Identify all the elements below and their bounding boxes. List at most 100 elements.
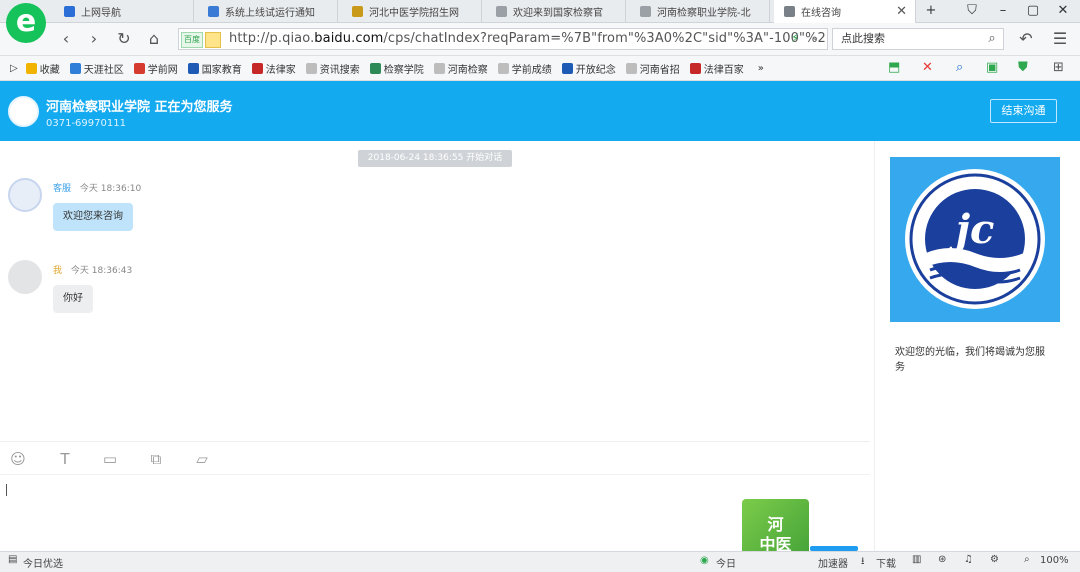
tab-favicon-icon [640,5,651,17]
bookmark-label: 天涯社区 [83,64,124,76]
screenshot-icon[interactable]: ⧉ [146,450,166,468]
refresh-icon[interactable]: ↻ [112,27,136,51]
download-icon[interactable]: ⭳ [861,554,865,571]
menu-icon[interactable]: ☰ [1048,27,1072,51]
maximize-button[interactable]: ▢ [1018,0,1048,22]
input-separator [0,474,870,475]
toolbar-separator [0,441,870,442]
status-accelerator[interactable]: 加速器 [818,555,848,570]
undo-icon[interactable]: ↶ [1014,27,1038,51]
bookmark-favicon-icon [433,62,445,74]
share-icon[interactable]: ⊛ [938,554,946,565]
browser-logo-icon[interactable]: e [6,3,46,43]
bookmark-item[interactable]: 河南检察 [433,61,488,76]
more-bookmarks-icon[interactable]: » [758,63,764,74]
chat-title: 河南检察职业学院 正在为您服务 [46,100,233,115]
text-format-icon[interactable]: T [55,450,75,468]
tab-favicon-icon [352,5,363,17]
chat-phone: 0371-69970111 [46,118,126,129]
play-icon[interactable]: ◉ [700,555,709,566]
bookmark-favicon-icon [689,62,701,74]
bookmark-favicon-icon [497,62,509,74]
tab-title: 系统上线试运行通知 [225,7,315,19]
bookmark-favicon-icon [25,62,37,74]
close-tab-icon[interactable]: ✕ [896,4,907,19]
folder-icon[interactable]: ▱ [192,450,212,468]
bookmark-favicon-icon [369,62,381,74]
sidebar-toggle-icon[interactable]: ▷ [10,63,18,74]
browser-tab[interactable]: 河南检察职业学院-北 [630,0,770,22]
minimize-button[interactable]: – [988,0,1018,22]
status-today[interactable]: 今日 [716,555,736,570]
extension-shield-icon[interactable]: ⛊ [1018,60,1028,75]
browser-tab[interactable]: 河北中医学院招生网 [342,0,482,22]
extension-green-icon[interactable]: ⬒ [888,60,900,75]
bookmark-star-icon[interactable] [205,32,221,48]
tab-favicon-icon [208,5,219,17]
status-left-label[interactable]: 今日优选 [23,555,63,570]
tab-title: 在线咨询 [801,8,841,19]
bookmarks-bar: ▷ 收藏 天涯社区 学前网 国家教育 法律家 资讯搜索 检察学院 河南检察 学前成绩 开放纪念 河南… [0,56,1080,81]
extension-search-icon[interactable]: ⌕ [956,60,963,75]
bookmark-item[interactable]: 国家教育 [187,61,242,76]
zoom-icon[interactable]: ⌕ [1024,554,1030,565]
home-icon[interactable]: ⌂ [142,27,166,51]
zoom-level[interactable]: 100% [1040,555,1069,566]
search-input[interactable]: 点此搜索 [832,28,1004,50]
system-message: 2018-06-24 18:36:55 开始对话 [358,150,512,167]
tab-title: 上网导航 [81,7,121,19]
browser-tab[interactable]: 欢迎来到国家检察官 [486,0,626,22]
bookmark-item[interactable]: 学前网 [133,61,178,76]
user-avatar [8,260,42,294]
emoji-icon[interactable]: ☺ [8,450,28,468]
extension-chat-icon[interactable]: ▣ [986,60,998,75]
url-text: http://p.qiao.baidu.com/cps/chatIndex?re… [229,31,826,46]
tab-favicon-icon [496,5,507,17]
bookmark-label: 开放纪念 [575,64,616,76]
skin-icon[interactable]: ⛉ [957,0,987,22]
today-picks-icon[interactable]: ▤ [8,554,17,565]
back-icon[interactable]: ‹ [54,27,78,51]
bookmark-favicon-icon [305,62,317,74]
close-window-button[interactable]: ✕ [1048,0,1078,22]
navigation-bar: ‹ › ↻ ⌂ 百度 http://p.qiao.baidu.com/cps/c… [0,23,1080,56]
school-logo-icon [8,96,39,127]
agent-message-bubble: 欢迎您来咨询 [53,203,133,231]
panel-divider [874,141,875,551]
forward-icon[interactable]: › [82,27,106,51]
bookmark-item[interactable]: 检察学院 [369,61,424,76]
new-tab-button[interactable]: + [916,0,946,22]
image-icon[interactable]: ▭ [100,450,120,468]
volume-icon[interactable]: ♫ [964,554,973,565]
bookmark-item[interactable]: 收藏 [25,61,60,76]
end-chat-button[interactable]: 结束沟通 [990,99,1057,123]
settings-icon[interactable]: ⚙ [990,554,999,565]
window-layout-icon[interactable]: ▥ [912,554,921,565]
bookmark-item[interactable]: 资讯搜索 [305,61,360,76]
bookmark-label: 河南检察 [447,64,488,76]
bookmark-favicon-icon [625,62,637,74]
message-input[interactable] [0,476,870,550]
bookmark-favicon-icon [561,62,573,74]
bookmark-label: 学前网 [147,64,178,76]
browser-tab[interactable]: 系统上线试运行通知 [198,0,338,22]
browser-tab[interactable]: 上网导航 [54,0,194,22]
bookmark-label: 法律家 [265,64,296,76]
secure-badge: 百度 [181,32,203,48]
apps-grid-icon[interactable]: ⊞ [1053,60,1064,75]
bookmark-item[interactable]: 法律家 [251,61,296,76]
address-bar[interactable]: 百度 http://p.qiao.baidu.com/cps/chatIndex… [178,28,828,50]
bookmark-item[interactable]: 天涯社区 [69,61,124,76]
dropdown-chevron-icon[interactable]: ⌄ [811,32,819,43]
lightning-icon[interactable]: ⚡ [791,31,799,45]
sender-name: 客服 [53,184,72,194]
status-download[interactable]: 下载 [876,555,896,570]
extension-x-icon[interactable]: ✕ [922,60,933,75]
bookmark-favicon-icon [187,62,199,74]
bookmark-item[interactable]: 河南省招 [625,61,680,76]
search-icon[interactable]: ⌕ [980,27,1004,51]
bookmark-item[interactable]: 学前成绩 [497,61,552,76]
bookmark-item[interactable]: 法律百家 [689,61,744,76]
bookmark-item[interactable]: 开放纪念 [561,61,616,76]
browser-tab[interactable]: 在线咨询 ✕ [774,0,916,23]
